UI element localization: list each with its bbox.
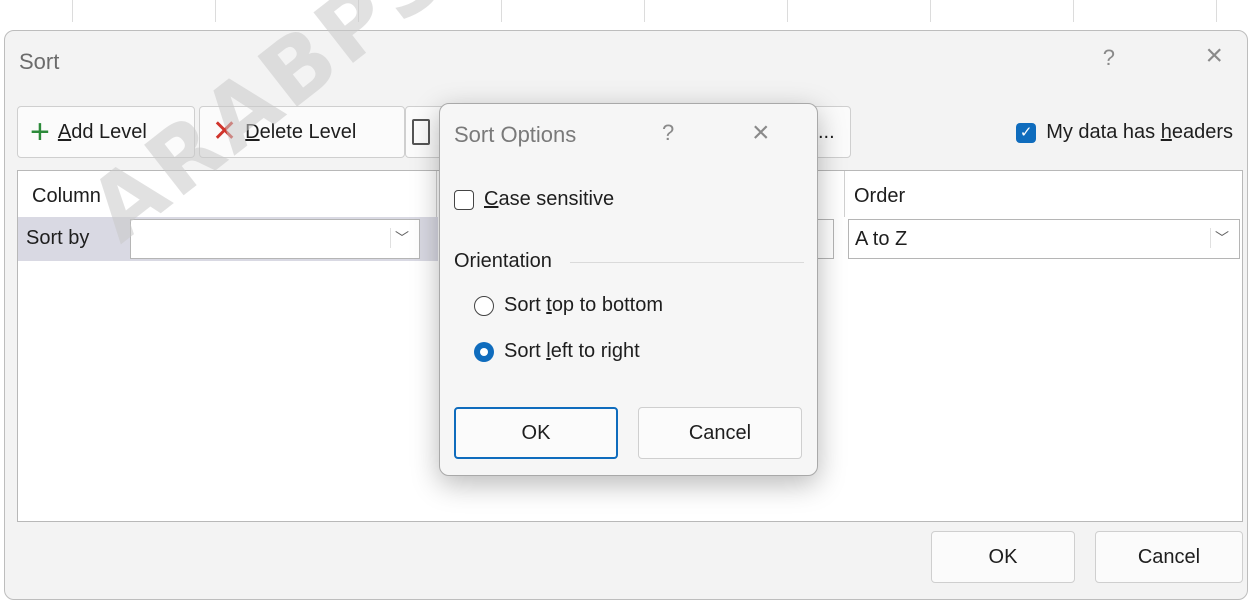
plus-icon: + bbox=[30, 113, 50, 151]
sort-top-to-bottom-radio[interactable]: Sort top to bottom bbox=[474, 294, 663, 317]
column-divider bbox=[436, 171, 437, 217]
sort-options-title: Sort Options bbox=[454, 122, 577, 147]
order-select[interactable]: A to Z ﹀ bbox=[848, 219, 1240, 259]
orientation-divider bbox=[570, 262, 804, 263]
case-sensitive-label: Case sensitive bbox=[484, 188, 615, 210]
orientation-label: Orientation bbox=[454, 250, 560, 273]
grid-line bbox=[787, 0, 788, 22]
grid-line bbox=[72, 0, 73, 22]
headers-checkbox-label: My data has headers bbox=[1046, 121, 1233, 143]
help-button[interactable]: ? bbox=[1103, 45, 1115, 71]
chevron-down-icon[interactable]: ﹀ bbox=[1210, 228, 1233, 248]
order-header: Order bbox=[854, 185, 906, 207]
column-header: Column bbox=[32, 185, 101, 207]
close-button[interactable]: × bbox=[752, 116, 770, 150]
grid-line bbox=[358, 0, 359, 22]
checkbox-empty-icon bbox=[454, 189, 474, 210]
sort-dialog-title: Sort bbox=[19, 49, 60, 74]
grid-line bbox=[1216, 0, 1217, 22]
sort-by-column-select[interactable]: ﹀ bbox=[130, 219, 420, 259]
sort-left-to-right-radio[interactable]: Sort left to right bbox=[474, 340, 640, 363]
grid-line bbox=[215, 0, 216, 22]
grid-line bbox=[1073, 0, 1074, 22]
x-icon: ✕ bbox=[212, 115, 238, 148]
radio-unselected-icon bbox=[474, 295, 494, 316]
sort-options-ok-button[interactable]: OK bbox=[454, 407, 618, 459]
copy-icon bbox=[412, 119, 430, 145]
sort-by-label: Sort by bbox=[26, 227, 90, 249]
chevron-down-icon[interactable]: ﹀ bbox=[390, 228, 413, 248]
order-value: A to Z bbox=[855, 228, 908, 250]
sort-ok-button[interactable]: OK bbox=[931, 531, 1075, 583]
checkbox-checked-icon: ✓ bbox=[1016, 122, 1037, 143]
delete-level-label: Delete Level bbox=[245, 120, 357, 143]
delete-level-button[interactable]: ✕ Delete Level bbox=[199, 106, 405, 158]
radio-selected-icon bbox=[474, 341, 494, 362]
sort-options-cancel-button[interactable]: Cancel bbox=[638, 407, 802, 459]
grid-line bbox=[930, 0, 931, 22]
add-level-label: Add Level bbox=[57, 120, 147, 143]
sort-top-to-bottom-label: Sort top to bottom bbox=[504, 294, 663, 316]
add-level-button[interactable]: + Add Level bbox=[17, 106, 195, 158]
help-button[interactable]: ? bbox=[662, 120, 674, 146]
column-divider bbox=[844, 171, 845, 217]
grid-line bbox=[644, 0, 645, 22]
sort-left-to-right-label: Sort left to right bbox=[504, 340, 640, 362]
sort-cancel-button[interactable]: Cancel bbox=[1095, 531, 1243, 583]
my-data-has-headers-checkbox[interactable]: ✓ My data has headers bbox=[1016, 121, 1233, 144]
options-label-partial: ... bbox=[818, 120, 835, 143]
close-button[interactable]: × bbox=[1205, 41, 1223, 71]
case-sensitive-checkbox[interactable]: Case sensitive bbox=[454, 188, 614, 211]
grid-line bbox=[501, 0, 502, 22]
sort-options-dialog: Sort Options ? × Case sensitive Orientat… bbox=[439, 103, 818, 476]
